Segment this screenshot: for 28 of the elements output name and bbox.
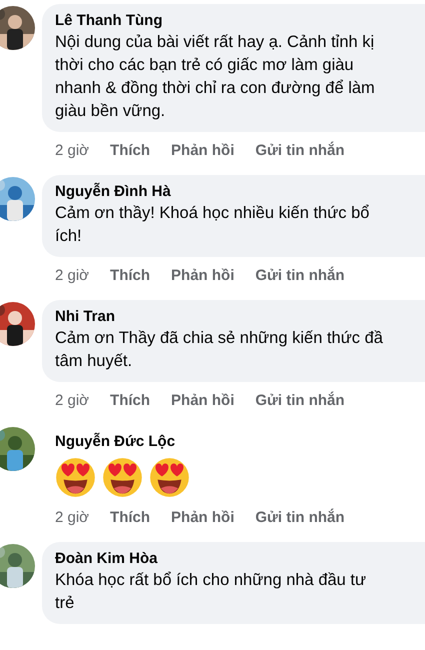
author-name[interactable]: Nguyễn Đình Hà <box>55 182 425 202</box>
comment-action-link[interactable]: Gửi tin nhắn <box>255 142 345 159</box>
comment-time: 2 giờ <box>55 267 90 284</box>
comment-action-link[interactable]: Thích <box>110 392 150 409</box>
heart-eyes-emoji-icon <box>101 456 144 499</box>
comment-action-link[interactable]: Phản hồi <box>171 142 234 159</box>
comment-action-link[interactable]: Phản hồi <box>171 267 234 284</box>
comment-text: Khóa học rất bổ ích cho những nhà đầu tư trẻ <box>55 570 368 614</box>
author-name[interactable]: Nguyễn Đức Lộc <box>55 432 425 452</box>
comment-action-link[interactable]: Gửi tin nhắn <box>255 509 345 526</box>
comment-time: 2 giờ <box>55 392 90 409</box>
comment-action-link[interactable]: Thích <box>110 509 150 526</box>
heart-eyes-emoji-icon <box>54 456 97 499</box>
author-name[interactable]: Lê Thanh Tùng <box>55 11 425 31</box>
comment-action-link[interactable]: Thích <box>110 267 150 284</box>
comment-action-link[interactable]: Thích <box>110 142 150 159</box>
author-name[interactable]: Nhi Tran <box>55 307 425 327</box>
comment-time: 2 giờ <box>55 509 90 526</box>
comment-action-link[interactable]: Phản hồi <box>171 509 234 526</box>
heart-eyes-emoji-icon <box>148 456 191 499</box>
comment-text: Nội dung của bài viết rất hay ạ. Cảnh tỉnh kị thời cho các bạn trẻ có giấc mơ làm giàu nhanh & đồng thời chỉ ra con đường để làm giàu bền vững. <box>55 32 376 122</box>
comment-action-link[interactable]: Phản hồi <box>171 392 234 409</box>
comment-action-link[interactable]: Gửi tin nhắn <box>255 267 345 284</box>
comment-text: Cảm ơn thầy! Khoá học nhiều kiến thức bổ ích! <box>55 203 370 247</box>
comment-text: Cảm ơn Thầy đã chia sẻ những kiến thức đầ tâm huyết. <box>55 328 384 372</box>
comment-action-link[interactable]: Gửi tin nhắn <box>255 392 345 409</box>
comment-time: 2 giờ <box>55 142 90 159</box>
author-name[interactable]: Đoàn Kim Hòa <box>55 549 425 569</box>
